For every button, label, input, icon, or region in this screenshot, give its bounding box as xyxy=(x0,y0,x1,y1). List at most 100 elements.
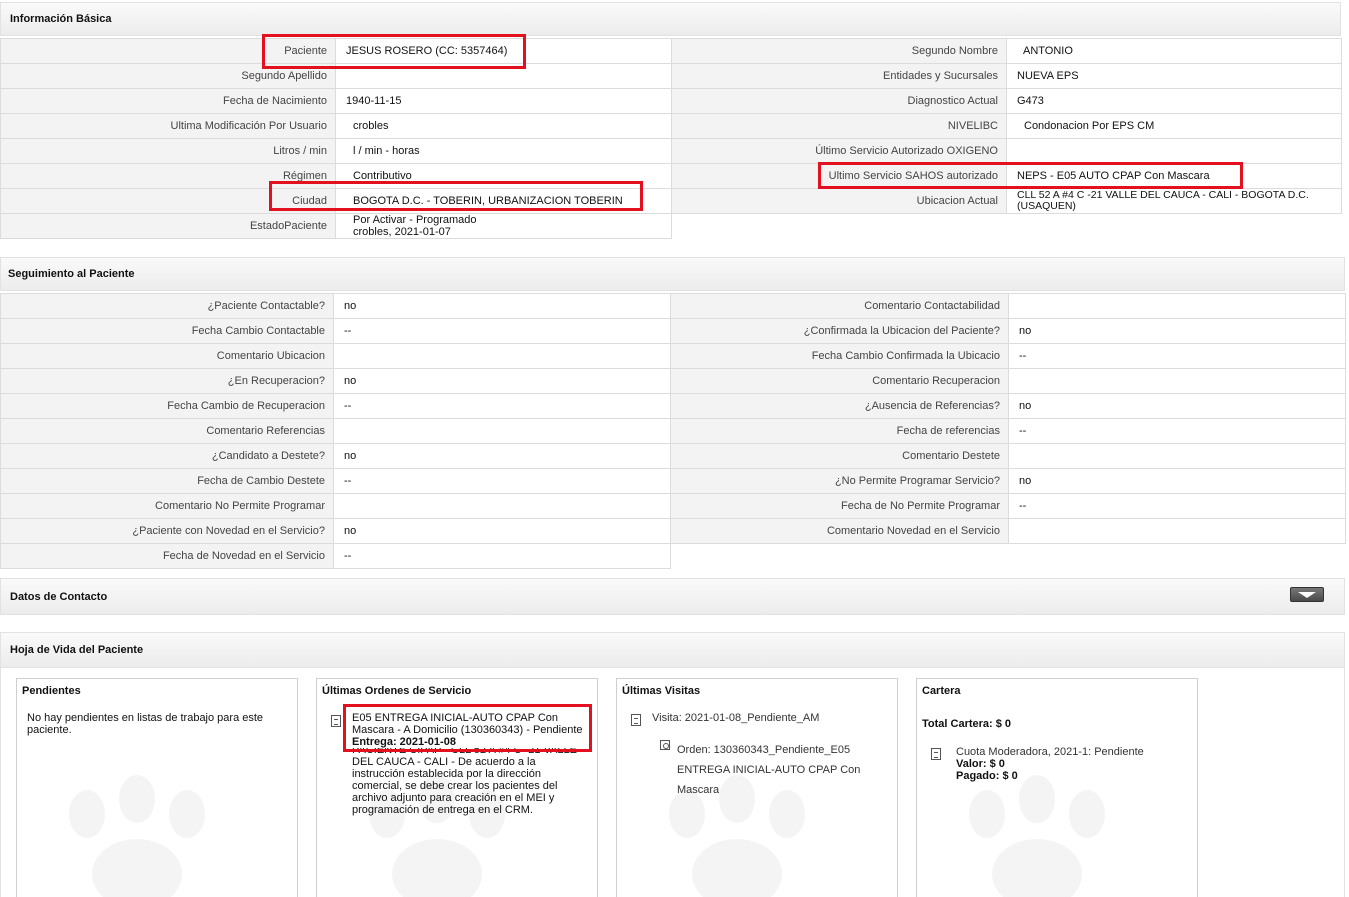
visita-link[interactable]: Visita: 2021-01-08_Pendiente_AM xyxy=(652,712,819,724)
field-value: -- xyxy=(1008,493,1346,519)
visita-orden-line: ENTREGA INICIAL-AUTO CPAP Con xyxy=(677,764,861,776)
field-row: Litros / min l / min - horas xyxy=(0,138,672,164)
field-label: Fecha Cambio Confirmada la Ubicacio xyxy=(670,343,1009,369)
field-value xyxy=(1008,518,1346,544)
field-row: Fecha de referencias -- xyxy=(670,418,1346,444)
field-row: NIVELIBC Condonacion Por EPS CM xyxy=(671,113,1342,139)
field-value: no xyxy=(1008,468,1346,494)
expand-contacto-button[interactable] xyxy=(1290,587,1324,602)
field-value-paciente: JESUS ROSERO (CC: 5357464) xyxy=(335,38,672,64)
seguimiento-right-table: Comentario Contactabilidad ¿Confirmada l… xyxy=(670,293,1346,544)
orden-line: DEL CAUCA - CALI - De acuerdo a la xyxy=(352,756,536,768)
visita-orden-line: Orden: 130360343_Pendiente_E05 xyxy=(677,744,851,756)
field-label-regimen: Régimen xyxy=(0,163,336,189)
orden-line: archivo adjunto para creación en el MEI … xyxy=(352,792,555,804)
field-row: Comentario Ubicacion xyxy=(0,343,671,369)
field-row: Segundo Nombre ANTONIO xyxy=(671,38,1342,64)
field-row: Comentario Recuperacion xyxy=(670,368,1346,394)
field-label: Fecha Cambio Contactable xyxy=(0,318,334,344)
field-label-fecha-nacimiento: Fecha de Nacimiento xyxy=(0,88,336,114)
section-title: Seguimiento al Paciente xyxy=(8,268,135,280)
estado-label-text: EstadoPaciente xyxy=(249,220,327,232)
field-value-fecha-nacimiento: 1940-11-15 xyxy=(335,88,672,114)
panel-title: Últimas Visitas xyxy=(622,685,701,697)
field-value-oxigeno xyxy=(1006,138,1342,164)
field-row: ¿Confirmada la Ubicacion del Paciente? no xyxy=(670,318,1346,344)
document-icon xyxy=(631,714,641,726)
field-row: Comentario No Permite Programar xyxy=(0,493,671,519)
orden-line: comercial, se debe crear los pacientes d… xyxy=(352,780,558,792)
field-value-ubicacion: CLL 52 A #4 C -21 VALLE DEL CAUCA - CALI… xyxy=(1006,188,1342,214)
field-value-nivelibc: Condonacion Por EPS CM xyxy=(1006,113,1342,139)
chevron-down-icon xyxy=(1298,591,1316,598)
panel-title: Pendientes xyxy=(22,685,81,697)
field-label: Fecha de Cambio Destete xyxy=(0,468,334,494)
field-row: Ultima Modificación Por Usuario crobles xyxy=(0,113,672,139)
visita-orden-line: Mascara xyxy=(677,784,720,796)
estado-value-line1: Por Activar - Programado xyxy=(353,214,477,227)
field-label: ¿Paciente Contactable? xyxy=(0,293,334,319)
field-value xyxy=(333,493,671,519)
field-value: -- xyxy=(333,318,671,344)
field-row: Fecha de Novedad en el Servicio -- xyxy=(0,543,671,569)
field-row: Régimen Contributivo xyxy=(0,163,672,189)
field-row: Último Servicio Autorizado OXIGENO xyxy=(671,138,1342,164)
field-label: Comentario Referencias xyxy=(0,418,334,444)
field-label: Comentario No Permite Programar xyxy=(0,493,334,519)
cartera-cuota-link[interactable]: Cuota Moderadora, 2021-1: Pendiente xyxy=(956,746,1144,758)
field-value-ciudad: BOGOTA D.C. - TOBERIN, URBANIZACION TOBE… xyxy=(335,188,672,214)
field-label-segundo-nombre: Segundo Nombre xyxy=(671,38,1007,64)
field-value-estado-paciente: Por Activar - Programado crobles, 2021-01… xyxy=(335,213,672,239)
field-row: ¿Paciente Contactable? no xyxy=(0,293,671,319)
basica-right-table: Segundo Nombre ANTONIO Entidades y Sucurs… xyxy=(671,38,1342,214)
field-row: ¿En Recuperacion? no xyxy=(0,368,671,394)
field-row: Paciente JESUS ROSERO (CC: 5357464) xyxy=(0,38,672,64)
field-row: Ultimo Servicio SAHOS autorizado NEPS - E… xyxy=(671,163,1342,189)
field-row: Segundo Apellido xyxy=(0,63,672,89)
field-value-regimen: Contributivo xyxy=(335,163,672,189)
visita-orden-link[interactable]: Orden: 130360343_Pendiente_E05 ENTREGA I… xyxy=(677,740,887,800)
field-value xyxy=(1008,293,1346,319)
field-label: ¿Candidato a Destete? xyxy=(0,443,334,469)
field-row: Ciudad BOGOTA D.C. - TOBERIN, URBANIZACIO… xyxy=(0,188,672,214)
field-value xyxy=(1008,443,1346,469)
field-row: ¿No Permite Programar Servicio? no xyxy=(670,468,1346,494)
field-value: no xyxy=(1008,393,1346,419)
cartera-total: Total Cartera: $ 0 xyxy=(922,718,1012,730)
panel-title: Últimas Ordenes de Servicio xyxy=(322,685,472,697)
section-header-seguimiento: Seguimiento al Paciente xyxy=(0,257,1345,291)
field-value: -- xyxy=(333,393,671,419)
field-value: -- xyxy=(1008,418,1346,444)
field-row: ¿Ausencia de Referencias? no xyxy=(670,393,1346,419)
field-label: Comentario Ubicacion xyxy=(0,343,334,369)
field-value xyxy=(1008,368,1346,394)
field-label: ¿Ausencia de Referencias? xyxy=(670,393,1009,419)
orden-line: programación de entrega en el CRM. xyxy=(352,804,533,816)
section-header-datos-contacto[interactable]: Datos de Contacto xyxy=(0,578,1345,615)
field-label: Comentario Destete xyxy=(670,443,1009,469)
field-label: Comentario Contactabilidad xyxy=(670,293,1009,319)
field-value: no xyxy=(333,518,671,544)
field-value: no xyxy=(333,443,671,469)
field-value: no xyxy=(1008,318,1346,344)
field-row: EstadoPaciente Por Activar - Programado cr… xyxy=(0,213,672,239)
orden-link[interactable]: E05 ENTREGA INICIAL-AUTO CPAP Con Mascar… xyxy=(352,712,597,816)
field-label: Fecha de No Permite Programar xyxy=(670,493,1009,519)
field-row: Ubicacion Actual CLL 52 A #4 C -21 VALLE … xyxy=(671,188,1342,214)
panel-pendientes: Pendientes No hay pendientes en listas d… xyxy=(16,678,298,897)
field-label-segundo-apellido: Segundo Apellido xyxy=(0,63,336,89)
orden-line: Mascara - A Domicilio (130360343) - Pend… xyxy=(352,724,583,736)
field-row: Fecha Cambio de Recuperacion -- xyxy=(0,393,671,419)
field-value xyxy=(333,418,671,444)
field-row: ¿Paciente con Novedad en el Servicio? no xyxy=(0,518,671,544)
order-radio-icon xyxy=(660,740,670,750)
document-icon xyxy=(331,715,341,727)
orden-line: PACIENTE CIPAP - CLL 52 A #4 C -21 VALLE xyxy=(352,748,577,756)
field-value-diagnostico: G473 xyxy=(1006,88,1342,114)
field-value-sahos: NEPS - E05 AUTO CPAP Con Mascara xyxy=(1006,163,1342,189)
field-value-entidades: NUEVA EPS xyxy=(1006,63,1342,89)
pendientes-text: No hay pendientes en listas de trabajo p… xyxy=(27,712,264,736)
field-label-litros: Litros / min xyxy=(0,138,336,164)
estado-value-line2: crobles, 2021-01-07 xyxy=(353,226,451,238)
field-label-estado-paciente: EstadoPaciente xyxy=(0,213,336,239)
